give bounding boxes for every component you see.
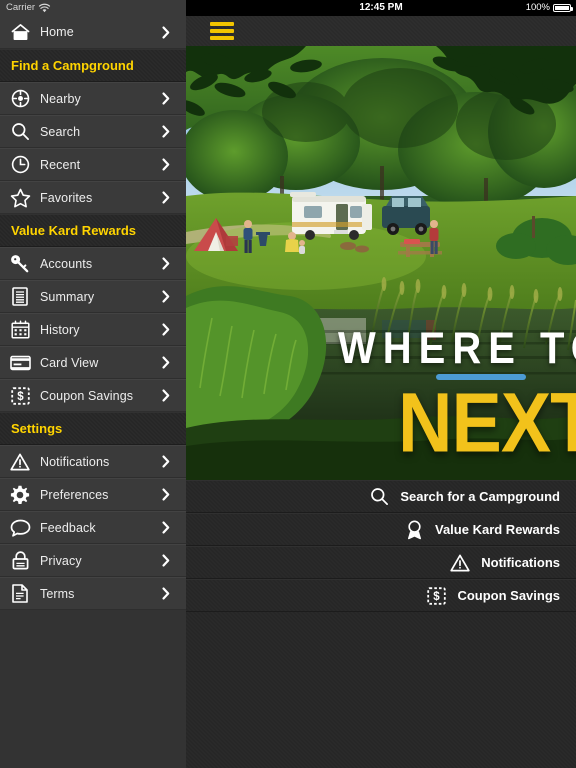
sidebar-section-find-a-campground: Find a Campground: [0, 49, 186, 82]
chevron-right-icon: [162, 125, 186, 138]
speech-bubble-icon: [0, 519, 40, 537]
chevron-right-icon: [162, 554, 186, 567]
chevron-right-icon: [162, 290, 186, 303]
warning-triangle-icon: [0, 453, 40, 471]
svg-text:$: $: [17, 391, 24, 403]
credit-card-icon: [0, 355, 40, 371]
chevron-right-icon: [162, 356, 186, 369]
clock-icon: [0, 155, 40, 174]
magnifier-icon: [0, 122, 40, 141]
gear-icon: [0, 485, 40, 505]
sidebar-item-search[interactable]: Search: [0, 115, 186, 148]
calendar-icon: [0, 320, 40, 339]
chevron-right-icon: [162, 158, 186, 171]
sidebar-item-coupon-savings[interactable]: $ Coupon Savings: [0, 379, 186, 412]
sidebar-item-label: Search: [40, 124, 81, 139]
chevron-right-icon: [162, 323, 186, 336]
chevron-right-icon: [162, 587, 186, 600]
document-icon: [0, 584, 40, 603]
quick-menu-item-notifications[interactable]: Notifications: [186, 546, 576, 579]
magnifier-icon: [364, 487, 394, 506]
sidebar-item-notifications[interactable]: Notifications: [0, 445, 186, 478]
sidebar-menu[interactable]: Home Find a Campground Nearby Search Rec…: [0, 16, 186, 768]
sidebar-item-label: Terms: [40, 586, 75, 601]
sidebar-item-label: Nearby: [40, 91, 81, 106]
hero-headline-bottom: NEXT?: [398, 375, 576, 470]
sidebar-empty-area: [0, 610, 186, 768]
sidebar-item-card-view[interactable]: Card View: [0, 346, 186, 379]
app-root: Carrier 12:45 PM 100% Home Find a Campgr…: [0, 0, 576, 768]
sidebar-item-home[interactable]: Home: [0, 16, 186, 49]
carrier-label: Carrier: [6, 2, 36, 13]
quick-menu: Search for a Campground Value Kard Rewar…: [186, 480, 576, 764]
chevron-right-icon: [162, 521, 186, 534]
sidebar-section-value-kard-rewards: Value Kard Rewards: [0, 214, 186, 247]
chevron-right-icon: [162, 455, 186, 468]
quick-menu-item-label: Search for a Campground: [400, 489, 560, 504]
sidebar-item-label: Notifications: [40, 454, 110, 469]
quick-menu-item-label: Value Kard Rewards: [435, 522, 560, 537]
coupon-dollar-icon: $: [421, 586, 451, 605]
clock-time: 12:45 PM: [359, 2, 403, 13]
chevron-right-icon: [162, 25, 186, 39]
sidebar-item-privacy[interactable]: Privacy: [0, 544, 186, 577]
document-lines-icon: [0, 287, 40, 306]
sidebar-section-settings: Settings: [0, 412, 186, 445]
sidebar-item-history[interactable]: History: [0, 313, 186, 346]
battery-indicator: 100%: [525, 0, 573, 16]
quick-menu-empty-area: [186, 612, 576, 764]
sidebar-item-label: Recent: [40, 157, 81, 172]
key-icon: [0, 254, 40, 274]
quick-menu-item-label: Coupon Savings: [457, 588, 560, 603]
hero-banner[interactable]: WHERE TO NEXT?: [186, 46, 576, 480]
sidebar-item-summary[interactable]: Summary: [0, 280, 186, 313]
chevron-right-icon: [162, 92, 186, 105]
coupon-dollar-icon: $: [0, 386, 40, 405]
hamburger-menu-icon[interactable]: [210, 22, 234, 40]
quick-menu-item-value-kard-rewards[interactable]: Value Kard Rewards: [186, 513, 576, 546]
sidebar-item-label: History: [40, 322, 80, 337]
sidebar-item-label: Privacy: [40, 553, 82, 568]
sidebar-item-accounts[interactable]: Accounts: [0, 247, 186, 280]
award-ribbon-icon: [399, 520, 429, 540]
sidebar-item-label: Coupon Savings: [40, 388, 134, 403]
sidebar-item-nearby[interactable]: Nearby: [0, 82, 186, 115]
chevron-right-icon: [162, 191, 186, 204]
warning-triangle-icon: [445, 554, 475, 572]
sidebar-item-label: Home: [40, 25, 74, 39]
sidebar-item-terms[interactable]: Terms: [0, 577, 186, 610]
star-icon: [0, 188, 40, 208]
sidebar-item-label: Preferences: [40, 487, 109, 502]
wifi-icon: [38, 3, 51, 13]
chevron-right-icon: [162, 389, 186, 402]
sidebar-item-feedback[interactable]: Feedback: [0, 511, 186, 544]
lock-icon: [0, 551, 40, 570]
battery-percent-label: 100%: [525, 2, 550, 13]
chevron-right-icon: [162, 257, 186, 270]
home-icon: [0, 23, 40, 41]
sidebar-item-label: Accounts: [40, 256, 93, 271]
sidebar-item-label: Feedback: [40, 520, 96, 535]
battery-full-icon: [553, 4, 573, 12]
quick-menu-item-label: Notifications: [481, 555, 560, 570]
hero-headline: WHERE TO NEXT?: [338, 323, 576, 465]
status-bar-right: 12:45 PM 100%: [186, 0, 576, 16]
compass-icon: [0, 89, 40, 108]
sidebar-item-favorites[interactable]: Favorites: [0, 181, 186, 214]
status-bar-left: Carrier: [0, 0, 186, 16]
sidebar-item-preferences[interactable]: Preferences: [0, 478, 186, 511]
content-pane: WHERE TO NEXT? Search for a Campground: [186, 16, 576, 768]
status-bar: Carrier 12:45 PM 100%: [0, 0, 576, 16]
navigation-bar: [186, 16, 576, 46]
sidebar-item-label: Favorites: [40, 190, 93, 205]
sidebar-item-recent[interactable]: Recent: [0, 148, 186, 181]
hero-headline-top: WHERE TO: [338, 323, 576, 374]
chevron-right-icon: [162, 488, 186, 501]
svg-text:$: $: [433, 591, 440, 603]
sidebar-item-label: Summary: [40, 289, 95, 304]
sidebar-item-label: Card View: [40, 355, 99, 370]
quick-menu-item-coupon-savings[interactable]: $ Coupon Savings: [186, 579, 576, 612]
quick-menu-item-search-for-a-campground[interactable]: Search for a Campground: [186, 480, 576, 513]
